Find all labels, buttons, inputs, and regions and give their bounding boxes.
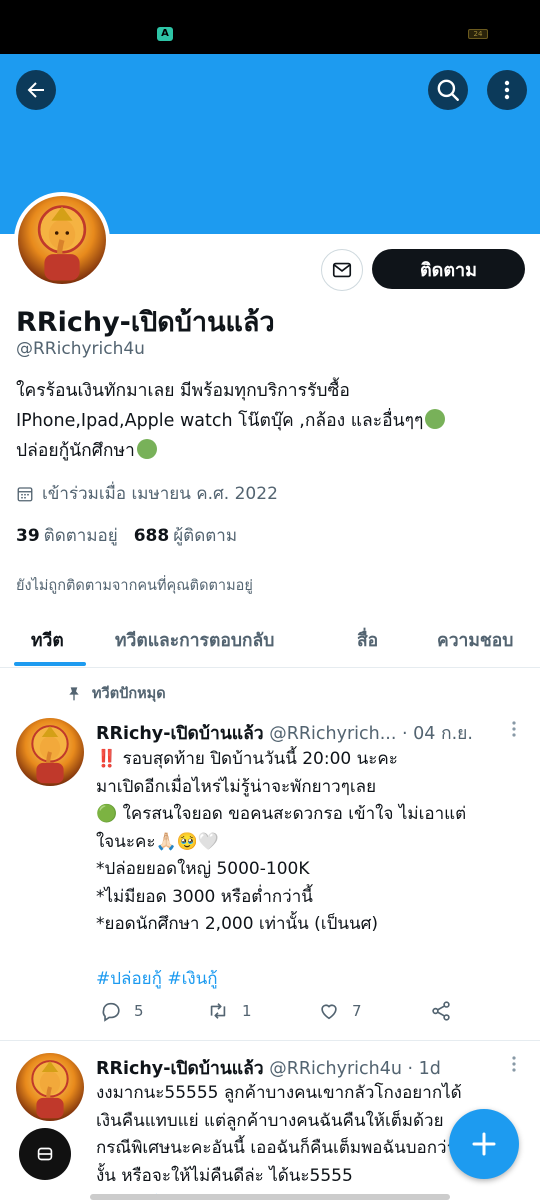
- bio-line: ใครร้อนเงินทักมาเลย มีพร้อมทุกบริการรับซ…: [16, 376, 526, 406]
- not-followed-note: ยังไม่ถูกติดตามจากคนที่คุณติดตามอยู่: [16, 578, 253, 594]
- compose-tweet-button[interactable]: [449, 1109, 519, 1179]
- bio-line: ปล่อยกู้นักศึกษา: [16, 436, 526, 466]
- tweet-author-handle: @RRichyrich...: [269, 724, 397, 744]
- tweet-line: มาเปิดอีกเมื่อไหร่ไม่รู้น่าจะพักยาวๆเลย: [96, 776, 377, 797]
- retweet-icon: [210, 1003, 226, 1019]
- tweet-line: *ยอดนักศึกษา 2,000 เท่านั้น (เป็นนศ): [96, 914, 379, 934]
- back-button[interactable]: [16, 70, 56, 110]
- status-bar: A 24: [0, 0, 540, 54]
- tweet-header: RRichy-เปิดบ้านแล้ว @RRichyrich... · 04 …: [96, 719, 473, 747]
- reply-icon: [102, 1002, 120, 1022]
- following-label: ติดตามอยู่: [43, 526, 118, 546]
- ganesha-avatar-image: [18, 196, 106, 284]
- floating-assistant-bubble[interactable]: [19, 1128, 71, 1180]
- follow-button[interactable]: ติดตาม: [372, 249, 525, 289]
- bio-text: IPhone,Ipad,Apple watch โน๊ตบุ๊ค ,กล้อง …: [16, 411, 424, 431]
- reply-count: 5: [134, 1002, 144, 1020]
- tweet-author-name[interactable]: RRichy-เปิดบ้านแล้ว: [96, 1059, 264, 1079]
- tweet-line: *ไม่มียอด 3000 หรือต่ำกว่านี้: [96, 886, 313, 907]
- home-indicator[interactable]: [90, 1194, 450, 1200]
- pin-icon: [69, 686, 79, 701]
- tweet-time: · 04 ก.ย.: [402, 724, 473, 744]
- tweet-hashtags[interactable]: #ปล่อยกู้ #เงินกู้: [96, 966, 526, 994]
- like-button[interactable]: 7: [318, 1000, 362, 1022]
- tweet-header: RRichy-เปิดบ้านแล้ว @RRichyrich4u · 1d: [96, 1054, 441, 1082]
- tweet-line: *ปล่อยยอดใหญ่ 5000-100K: [96, 859, 310, 879]
- search-icon: [437, 79, 459, 101]
- tweet-more-icon[interactable]: [512, 1056, 516, 1072]
- green-circle-emoji: [136, 439, 157, 459]
- tweet-line: งงมากนะ55555 ลูกค้าบางคนเขากลัวโกงอยากได…: [96, 1083, 462, 1103]
- mail-icon: [332, 262, 352, 278]
- joined-text: เข้าร่วมเมื่อ เมษายน ค.ศ. 2022: [42, 484, 278, 504]
- screen-record-icon: [37, 1147, 53, 1161]
- green-circle-emoji: [425, 409, 446, 429]
- share-button[interactable]: [430, 1000, 452, 1022]
- plus-icon: [472, 1132, 496, 1156]
- like-count: 7: [352, 1002, 362, 1020]
- tab-likes[interactable]: ความชอบ: [437, 626, 513, 654]
- pinned-text: ทวีตปักหมุด: [92, 686, 166, 702]
- more-options-button[interactable]: [487, 70, 527, 110]
- tab-tweets[interactable]: ทวีต: [31, 626, 64, 654]
- tweet-line: ‼️ รอบสุดท้าย ปิดบ้านวันนี้ 20:00 นะคะ: [96, 749, 398, 769]
- reply-button[interactable]: 5: [100, 1000, 144, 1022]
- following-count: 39: [16, 526, 40, 546]
- tweet-avatar[interactable]: [16, 1053, 84, 1121]
- tweet-author-handle: @RRichyrich4u: [269, 1059, 402, 1079]
- heart-icon: [321, 1004, 337, 1020]
- battery-icon: 24: [468, 29, 488, 39]
- profile-handle: @RRichyrich4u: [16, 339, 145, 359]
- followers-link[interactable]: 688 ผู้ติดตาม: [134, 522, 237, 549]
- tweet-more-icon[interactable]: [512, 721, 516, 737]
- arrow-left-icon: [27, 82, 44, 98]
- follow-stats: 39 ติดตามอยู่ 688 ผู้ติดตาม: [16, 522, 237, 549]
- retweet-button[interactable]: 1: [206, 1000, 252, 1022]
- following-link[interactable]: 39 ติดตามอยู่: [16, 522, 118, 549]
- calendar-icon: [17, 486, 33, 501]
- ganesha-avatar-image: [16, 1053, 84, 1121]
- tweet-actions: 5 1 7: [100, 1000, 480, 1026]
- pinned-tweet-label: ทวีตปักหมุด: [66, 682, 166, 705]
- tweet-line: 🟢 ใครสนใจยอด ขอคนสะดวกรอ เข้าใจ ไม่เอาแต…: [96, 804, 467, 824]
- share-icon: [432, 1001, 450, 1021]
- profile-tabs: ทวีต ทวีตและการตอบกลับ สื่อ ความชอบ: [0, 612, 540, 668]
- bio-text: ปล่อยกู้นักศึกษา: [16, 441, 135, 461]
- more-vertical-icon: [504, 80, 510, 100]
- bio-text: ใครร้อนเงินทักมาเลย มีพร้อมทุกบริการรับซ…: [16, 381, 350, 401]
- tweet-text: ‼️ รอบสุดท้าย ปิดบ้านวันนี้ 20:00 นะคะ ม…: [96, 746, 526, 994]
- ganesha-avatar-image: [16, 718, 84, 786]
- joined-date: เข้าร่วมเมื่อ เมษายน ค.ศ. 2022: [16, 480, 278, 507]
- profile-name: RRichy-เปิดบ้านแล้ว: [16, 307, 275, 338]
- message-button[interactable]: [321, 249, 363, 291]
- bio-line: IPhone,Ipad,Apple watch โน๊ตบุ๊ค ,กล้อง …: [16, 406, 526, 436]
- tab-media[interactable]: สื่อ: [357, 626, 378, 654]
- active-tab-indicator: [14, 662, 86, 666]
- followers-count: 688: [133, 526, 170, 546]
- search-button[interactable]: [428, 70, 468, 110]
- tweet-time: · 1d: [407, 1059, 441, 1079]
- profile-bio: ใครร้อนเงินทักมาเลย มีพร้อมทุกบริการรับซ…: [16, 376, 526, 466]
- followers-label: ผู้ติดตาม: [173, 526, 238, 546]
- tweet-avatar[interactable]: [16, 718, 84, 786]
- tweet-line: ใจนะคะ🙏🏻🥹🤍: [96, 831, 220, 852]
- tweet-divider: [0, 1040, 540, 1041]
- retweet-count: 1: [242, 1002, 252, 1020]
- notification-app-icon: A: [157, 27, 173, 41]
- tab-tweets-and-replies[interactable]: ทวีตและการตอบกลับ: [115, 626, 274, 654]
- profile-avatar[interactable]: [14, 192, 110, 288]
- tweet-author-name[interactable]: RRichy-เปิดบ้านแล้ว: [96, 724, 264, 744]
